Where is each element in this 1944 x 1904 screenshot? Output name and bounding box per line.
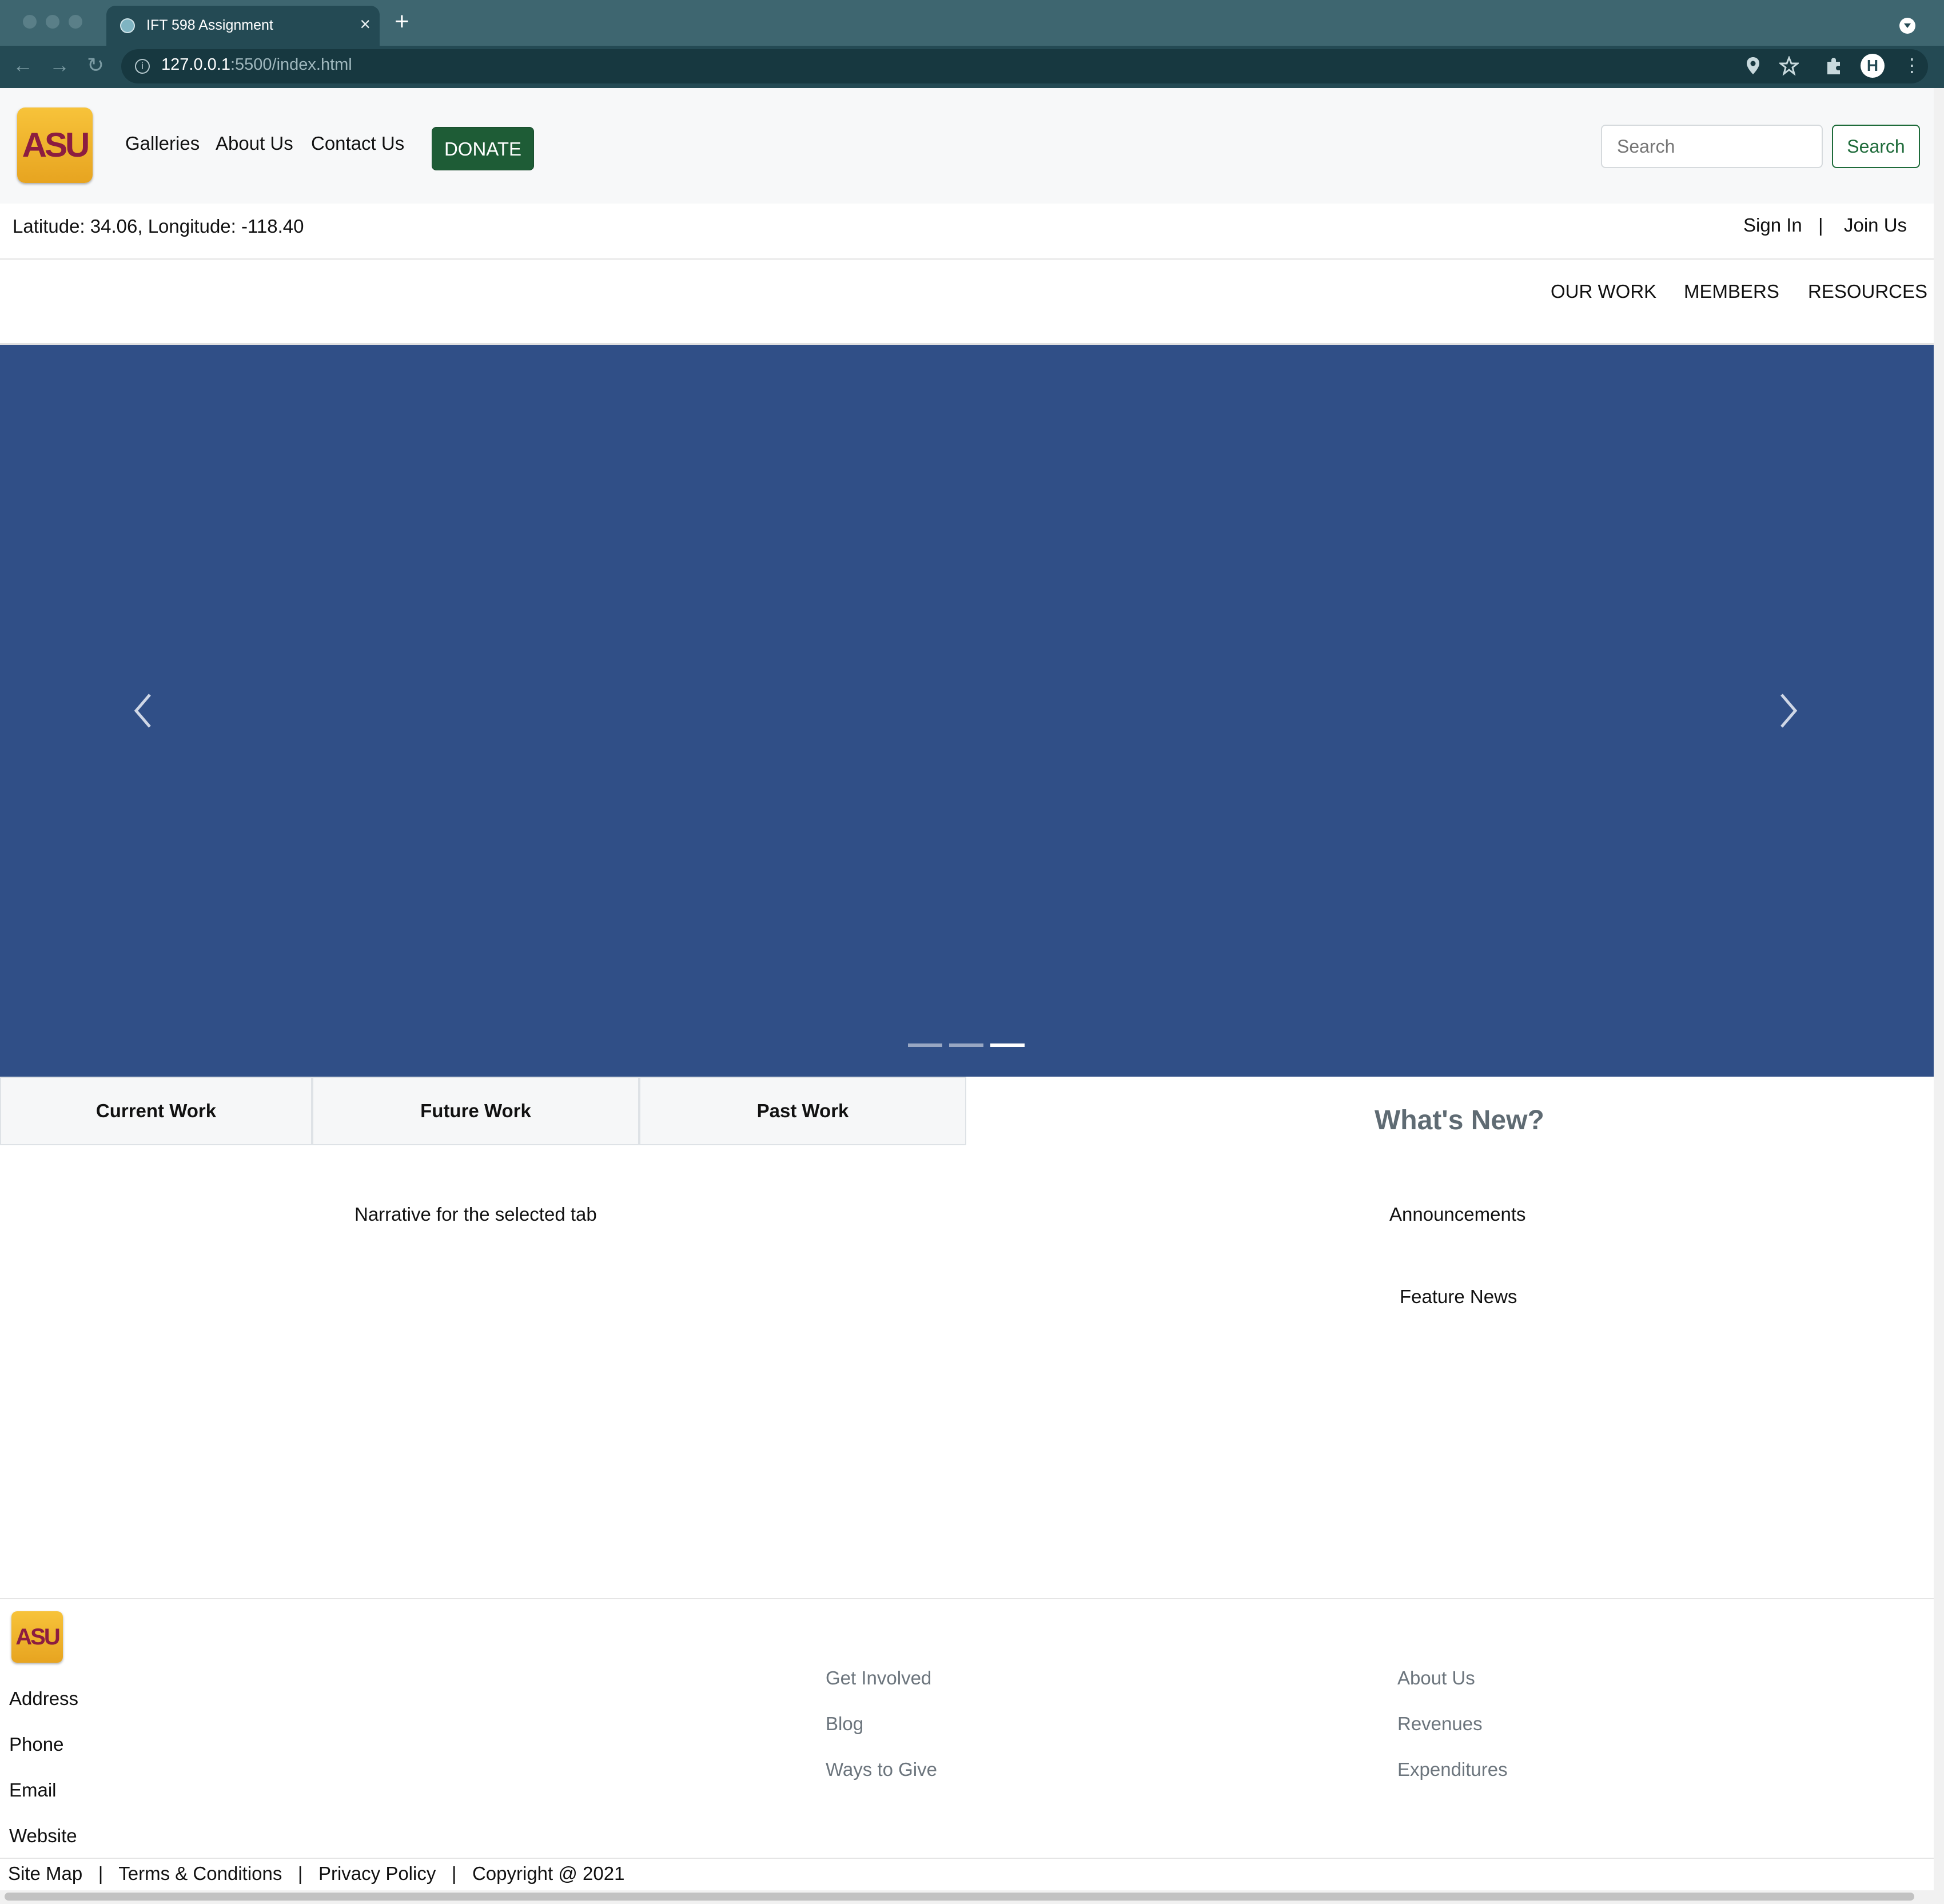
footer-divider <box>0 1598 1934 1599</box>
footer-link-revenues[interactable]: Revenues <box>1397 1713 1483 1735</box>
globe-icon <box>120 18 135 33</box>
legal-separator: | <box>98 1863 103 1884</box>
location-pin-icon[interactable] <box>1745 56 1761 75</box>
join-us-link[interactable]: Join Us <box>1844 214 1907 236</box>
url-path: :5500/index.html <box>230 55 352 74</box>
tab-current-work[interactable]: Current Work <box>0 1077 312 1145</box>
footer-link-about-us[interactable]: About Us <box>1397 1667 1475 1689</box>
window-minimize-dot[interactable] <box>46 15 59 29</box>
secondary-nav-members[interactable]: MEMBERS <box>1684 281 1779 302</box>
nav-link-galleries[interactable]: Galleries <box>125 133 200 154</box>
tab-narrative: Narrative for the selected tab <box>354 1204 597 1225</box>
carousel-next-icon[interactable] <box>1763 688 1809 734</box>
secondary-nav-our-work[interactable]: OUR WORK <box>1551 281 1656 302</box>
reload-icon[interactable]: ↻ <box>87 53 104 78</box>
tab-past-work[interactable]: Past Work <box>639 1077 966 1145</box>
copyright-text: Copyright @ 2021 <box>472 1863 625 1884</box>
hero-carousel <box>0 345 1934 1077</box>
legal-separator: | <box>297 1863 303 1884</box>
address-bar[interactable] <box>121 49 1928 83</box>
back-icon[interactable]: ← <box>13 53 33 78</box>
nav-link-about-us[interactable]: About Us <box>216 133 293 154</box>
donate-button[interactable]: DONATE <box>432 127 534 170</box>
geolocation-text: Latitude: 34.06, Longitude: -118.40 <box>13 216 304 237</box>
announcements-link[interactable]: Announcements <box>1389 1204 1526 1225</box>
secondary-nav-resources[interactable]: RESOURCES <box>1808 281 1927 302</box>
browser-menu-icon[interactable]: ⋮ <box>1903 55 1921 75</box>
footer-website: Website <box>9 1825 77 1846</box>
footer-link-expenditures[interactable]: Expenditures <box>1397 1759 1508 1780</box>
search-button[interactable]: Search <box>1832 125 1920 168</box>
footer-link-blog[interactable]: Blog <box>826 1713 863 1735</box>
footer-address: Address <box>9 1688 79 1709</box>
sign-in-link[interactable]: Sign In <box>1743 214 1802 236</box>
window-zoom-dot[interactable] <box>69 15 82 29</box>
bookmark-star-icon[interactable] <box>1779 56 1799 75</box>
privacy-policy-link[interactable]: Privacy Policy <box>318 1863 436 1884</box>
carousel-indicator-1[interactable] <box>908 1043 942 1047</box>
feature-news-link[interactable]: Feature News <box>1400 1286 1517 1308</box>
footer-email: Email <box>9 1779 57 1801</box>
search-input[interactable] <box>1601 125 1823 168</box>
vertical-scrollbar[interactable] <box>1934 88 1944 1904</box>
horizontal-scrollbar-thumb[interactable] <box>5 1893 1914 1901</box>
legal-bar: Site Map | Terms & Conditions | Privacy … <box>8 1863 624 1885</box>
window-close-dot[interactable] <box>23 15 37 29</box>
footer-bottom-divider <box>0 1858 1934 1859</box>
browser-tab-active[interactable]: IFT 598 Assignment × <box>106 6 380 46</box>
tab-future-work[interactable]: Future Work <box>312 1077 639 1145</box>
browser-tab-title: IFT 598 Assignment <box>146 17 273 33</box>
footer-link-get-involved[interactable]: Get Involved <box>826 1667 931 1689</box>
footer-asu-logo[interactable]: ASU <box>11 1611 63 1663</box>
url-host: 127.0.0.1 <box>161 55 230 74</box>
tab-search-icon[interactable] <box>1899 18 1915 34</box>
site-map-link[interactable]: Site Map <box>8 1863 82 1884</box>
legal-separator: | <box>451 1863 457 1884</box>
footer-link-ways-to-give[interactable]: Ways to Give <box>826 1759 937 1780</box>
whats-new-heading: What's New? <box>1375 1105 1544 1136</box>
url-text[interactable]: 127.0.0.1:5500/index.html <box>161 55 352 74</box>
extensions-puzzle-icon[interactable] <box>1824 56 1843 75</box>
carousel-prev-icon[interactable] <box>122 688 168 734</box>
asu-logo[interactable]: ASU <box>17 107 93 183</box>
terms-link[interactable]: Terms & Conditions <box>118 1863 282 1884</box>
profile-avatar[interactable]: H <box>1861 54 1885 78</box>
auth-separator: | <box>1818 214 1823 236</box>
carousel-indicator-3[interactable] <box>990 1043 1025 1047</box>
site-info-icon[interactable]: i <box>135 59 150 74</box>
tab-close-icon[interactable]: × <box>360 14 371 35</box>
forward-icon[interactable]: → <box>49 53 70 78</box>
footer-phone: Phone <box>9 1734 64 1755</box>
new-tab-button[interactable]: + <box>395 9 409 34</box>
nav-link-contact-us[interactable]: Contact Us <box>311 133 404 154</box>
carousel-indicator-2[interactable] <box>949 1043 983 1047</box>
